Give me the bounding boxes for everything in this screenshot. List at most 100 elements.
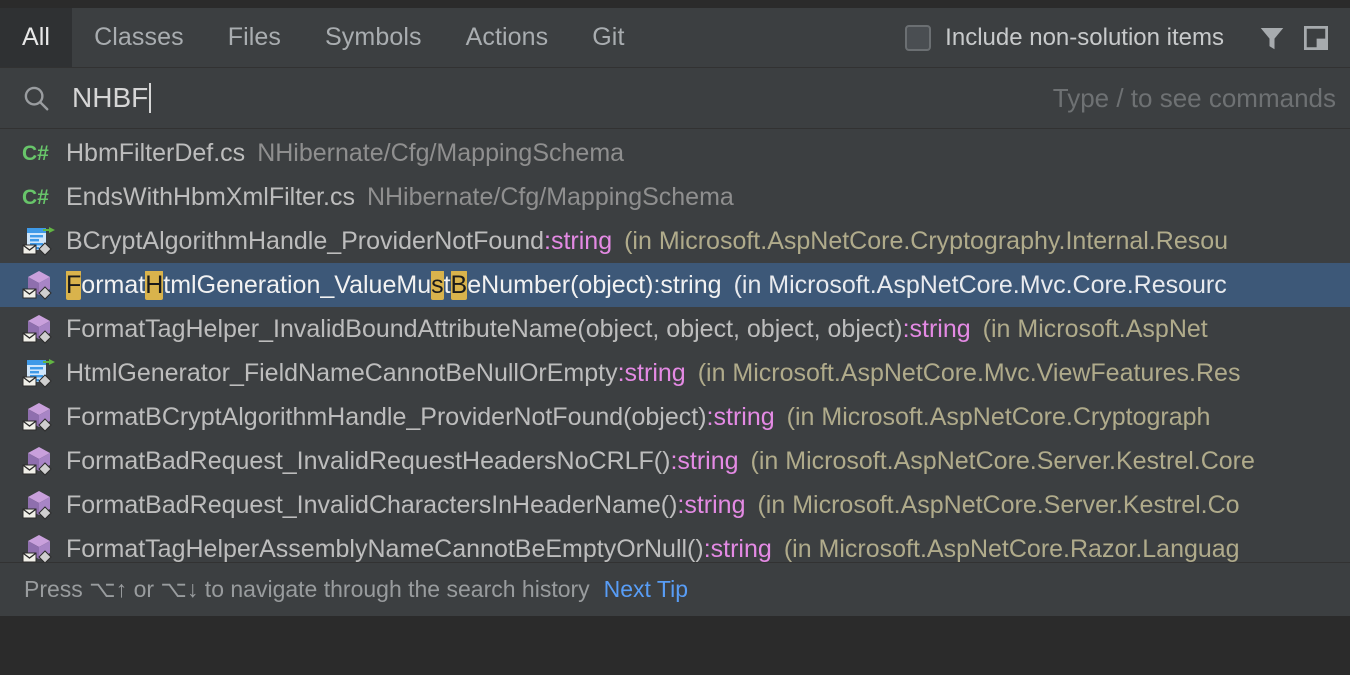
tab-symbols[interactable]: Symbols	[303, 8, 444, 67]
name-char: _	[320, 271, 334, 299]
name-char: m	[513, 271, 534, 299]
name-char: t	[280, 271, 287, 299]
result-symbol-name: FormatTagHelper_InvalidBoundAttributeNam…	[66, 315, 903, 343]
name-char: G	[197, 271, 216, 299]
search-input[interactable]: NHBF	[72, 82, 151, 114]
name-char: e	[612, 271, 626, 299]
name-char: o	[81, 271, 95, 299]
resource-method-icon	[22, 488, 66, 522]
csharp-file-icon: C#	[22, 136, 66, 170]
tab-label: Symbols	[325, 23, 422, 52]
search-row[interactable]: NHBF Type / to see commands	[0, 68, 1350, 129]
result-row[interactable]: FormatBCryptAlgorithmHandle_ProviderNotF…	[0, 395, 1350, 439]
result-row-text: FormatHtmlGeneration_ValueMustBeNumber(o…	[66, 271, 1227, 300]
name-char: t	[444, 271, 451, 299]
commands-hint: Type / to see commands	[1053, 83, 1336, 114]
filter-funnel-icon[interactable]	[1250, 16, 1294, 60]
result-return-type: :string	[653, 271, 721, 299]
search-history-hint: Press ⌥↑ or ⌥↓ to navigate through the s…	[24, 576, 590, 603]
result-file-path: NHibernate/Cfg/MappingSchema	[367, 183, 734, 211]
name-char: m	[170, 271, 191, 299]
result-assembly: (in Microsoft.AspNetCore.Mvc.Core.Resour…	[734, 271, 1227, 299]
match-highlight: s	[431, 271, 444, 300]
tab-classes[interactable]: Classes	[72, 8, 206, 67]
name-char: o	[578, 271, 592, 299]
screen-root: All Classes Files Symbols ActionsGit Include…	[0, 0, 1350, 675]
tab-spacer	[647, 8, 906, 67]
result-row[interactable]: C# EndsWithHbmXmlFilter.csNHibernate/Cfg/…	[0, 175, 1350, 219]
csharp-glyph: C#	[22, 143, 49, 164]
result-return-type: :string	[618, 359, 686, 387]
result-assembly: (in Microsoft.AspNetCore.Mvc.ViewFeature…	[698, 359, 1241, 387]
name-char: m	[104, 271, 125, 299]
resource-method-icon	[22, 268, 66, 302]
footer-hint-bar: Press ⌥↑ or ⌥↓ to navigate through the s…	[0, 562, 1350, 616]
csharp-glyph: C#	[22, 187, 49, 208]
result-row-text: HtmlGenerator_FieldNameCannotBeNullOrEmp…	[66, 359, 1240, 388]
result-symbol-name: FormatBadRequest_InvalidCharactersInHead…	[66, 491, 677, 519]
csharp-file-icon: C#	[22, 180, 66, 214]
result-file-name: HbmFilterDef.cs	[66, 139, 245, 167]
name-char: e	[216, 271, 230, 299]
name-char: c	[626, 271, 639, 299]
tab-label: Files	[228, 23, 281, 52]
resource-method-icon	[22, 400, 66, 434]
name-char: r	[562, 271, 570, 299]
result-row[interactable]: C# HbmFilterDef.cs NHibernate/Cfg/MappingS…	[0, 131, 1350, 175]
toggle-preview-panel-icon[interactable]	[1294, 16, 1338, 60]
result-file-path: NHibernate/Cfg/MappingSchema	[257, 139, 624, 167]
name-char: u	[417, 271, 431, 299]
result-row[interactable]: HtmlGenerator_FieldNameCannotBeNullOrEmp…	[0, 351, 1350, 395]
name-char: N	[481, 271, 499, 299]
result-row-text: FormatBadRequest_InvalidCharactersInHead…	[66, 491, 1240, 520]
result-row[interactable]: FormatHtmlGeneration_ValueMustBeNumber(o…	[0, 263, 1350, 307]
result-assembly: (in Microsoft.AspNetCore.Razor.Languag	[784, 535, 1240, 563]
result-row-text: FormatBadRequest_InvalidRequestHeadersNo…	[66, 447, 1255, 476]
name-char: e	[382, 271, 396, 299]
result-symbol-name: FormatTagHelperAssemblyNameCannotBeEmpty…	[66, 535, 704, 563]
results-list: C# HbmFilterDef.cs NHibernate/Cfg/MappingS…	[0, 129, 1350, 571]
name-char: e	[467, 271, 481, 299]
name-char: n	[306, 271, 320, 299]
result-row[interactable]: FormatTagHelper_InvalidBoundAttributeNam…	[0, 307, 1350, 351]
tab-all[interactable]: All	[0, 8, 72, 67]
result-assembly: (in Microsoft.AspNetCore.Cryptography.In…	[624, 227, 1228, 255]
tab-bar: All Classes Files Symbols ActionsGit Include…	[0, 0, 1350, 68]
result-row[interactable]: FormatBadRequest_InvalidRequestHeadersNo…	[0, 439, 1350, 483]
result-row-text: FormatBCryptAlgorithmHandle_ProviderNotF…	[66, 403, 1210, 432]
result-assembly: (in Microsoft.AspNetCore.Server.Kestrel.…	[751, 447, 1255, 475]
result-assembly: (in Microsoft.AspNet	[983, 315, 1208, 343]
match-highlight: H	[145, 271, 163, 300]
result-row-text: HbmFilterDef.cs NHibernate/Cfg/MappingSch…	[66, 139, 624, 168]
resource-method-icon	[22, 444, 66, 478]
result-row[interactable]: FormatBadRequest_InvalidCharactersInHead…	[0, 483, 1350, 527]
result-row-text: EndsWithHbmXmlFilter.csNHibernate/Cfg/Ma…	[66, 183, 734, 212]
result-return-type: :string	[707, 403, 775, 431]
name-char: V	[334, 271, 349, 299]
name-char: e	[548, 271, 562, 299]
tab-git[interactable]: Git	[570, 8, 646, 67]
resource-method-icon	[22, 532, 66, 566]
result-symbol-name: FormatBCryptAlgorithmHandle_ProviderNotF…	[66, 403, 707, 431]
result-symbol-name: BCryptAlgorithmHandle_ProviderNotFound	[66, 227, 544, 255]
result-return-type: :string	[903, 315, 971, 343]
tab-label: All	[22, 23, 50, 52]
tab-actions[interactable]: Actions	[444, 8, 571, 67]
result-row-text: FormatTagHelper_InvalidBoundAttributeNam…	[66, 315, 1208, 344]
result-symbol-name: HtmlGenerator_FieldNameCannotBeNullOrEmp…	[66, 359, 618, 387]
result-assembly: (in Microsoft.AspNetCore.Server.Kestrel.…	[757, 491, 1239, 519]
name-char: a	[349, 271, 363, 299]
result-row[interactable]: BCryptAlgorithmHandle_ProviderNotFound:s…	[0, 219, 1350, 263]
resource-method-icon	[22, 312, 66, 346]
name-char: e	[244, 271, 258, 299]
resource-property-icon	[22, 356, 66, 390]
result-return-type: :string	[704, 535, 772, 563]
next-tip-link[interactable]: Next Tip	[604, 576, 688, 603]
include-non-solution-items-checkbox[interactable]: Include non-solution items	[905, 24, 1224, 52]
name-char: o	[293, 271, 307, 299]
tab-list: All Classes Files Symbols ActionsGit	[0, 8, 647, 67]
checkbox-box[interactable]	[905, 25, 931, 51]
match-highlight: B	[451, 271, 468, 300]
tab-files[interactable]: Files	[206, 8, 303, 67]
name-char: b	[534, 271, 548, 299]
